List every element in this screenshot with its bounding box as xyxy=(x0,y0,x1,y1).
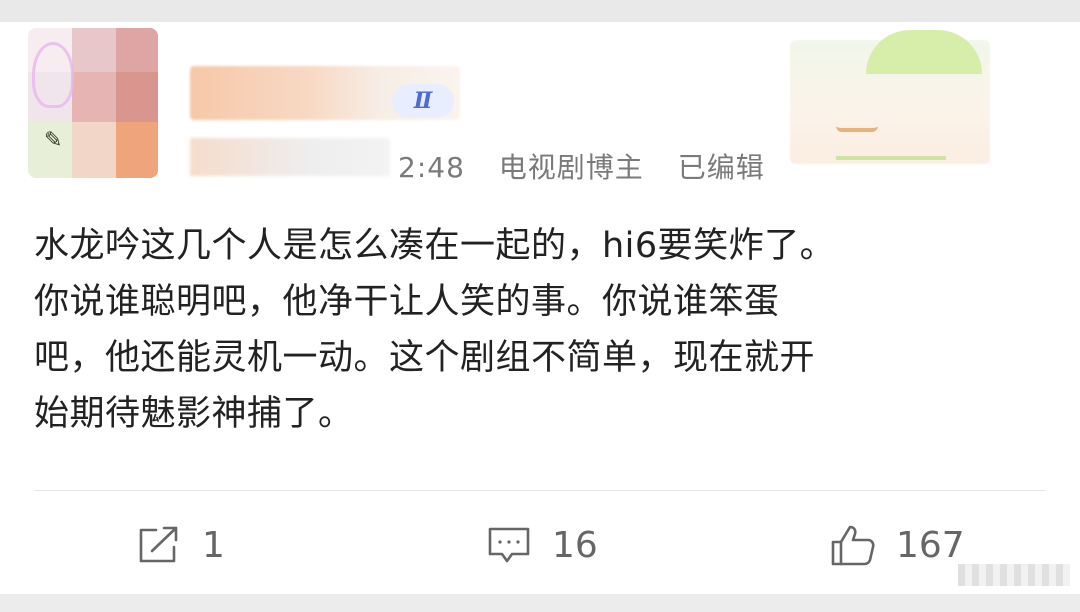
action-bar: 1 16 167 xyxy=(0,516,1080,576)
share-icon xyxy=(139,526,178,563)
share-count: 1 xyxy=(202,524,225,566)
post-source[interactable]: 电视剧博主 xyxy=(499,151,644,184)
post-meta: 2:48 电视剧博主 已编辑 xyxy=(398,146,789,186)
like-button[interactable]: 167 xyxy=(830,522,965,568)
member-badge-label: Ⅱ xyxy=(413,88,433,114)
comment-count: 16 xyxy=(552,524,598,566)
share-button[interactable]: 1 xyxy=(136,522,225,568)
decorative-shape xyxy=(836,104,878,132)
post-content-line: 始期待魅影神捕了。 xyxy=(34,394,354,434)
post-content-line: 吧，他还能灵机一动。这个剧组不简单，现在就开 xyxy=(34,338,816,378)
divider xyxy=(34,490,1046,491)
post-time: 2:48 xyxy=(398,151,465,184)
like-count: 167 xyxy=(896,524,965,566)
avatar-decoration xyxy=(32,42,74,108)
bottom-strip xyxy=(0,594,1080,612)
avatar-signature: ✎ xyxy=(44,128,63,153)
thumbs-up-icon xyxy=(831,525,875,566)
post-edited: 已编辑 xyxy=(677,151,765,184)
post-content-line: 水龙吟这几个人是怎么凑在一起的，hi6要笑炸了。 xyxy=(34,226,836,266)
comment-button[interactable]: 16 xyxy=(486,522,598,568)
top-strip xyxy=(0,0,1080,24)
post-content: 水龙吟这几个人是怎么凑在一起的，hi6要笑炸了。 你说谁聪明吧，他净干让人笑的事… xyxy=(34,218,1044,442)
comment-icon xyxy=(488,527,530,563)
post-content-line: 你说谁聪明吧，他净干让人笑的事。你说谁笨蛋 xyxy=(34,282,780,322)
watermark-blurred xyxy=(958,564,1070,586)
member-badge[interactable]: Ⅱ xyxy=(392,84,454,118)
username-sub-blurred xyxy=(190,138,390,176)
decorative-line xyxy=(836,156,946,160)
